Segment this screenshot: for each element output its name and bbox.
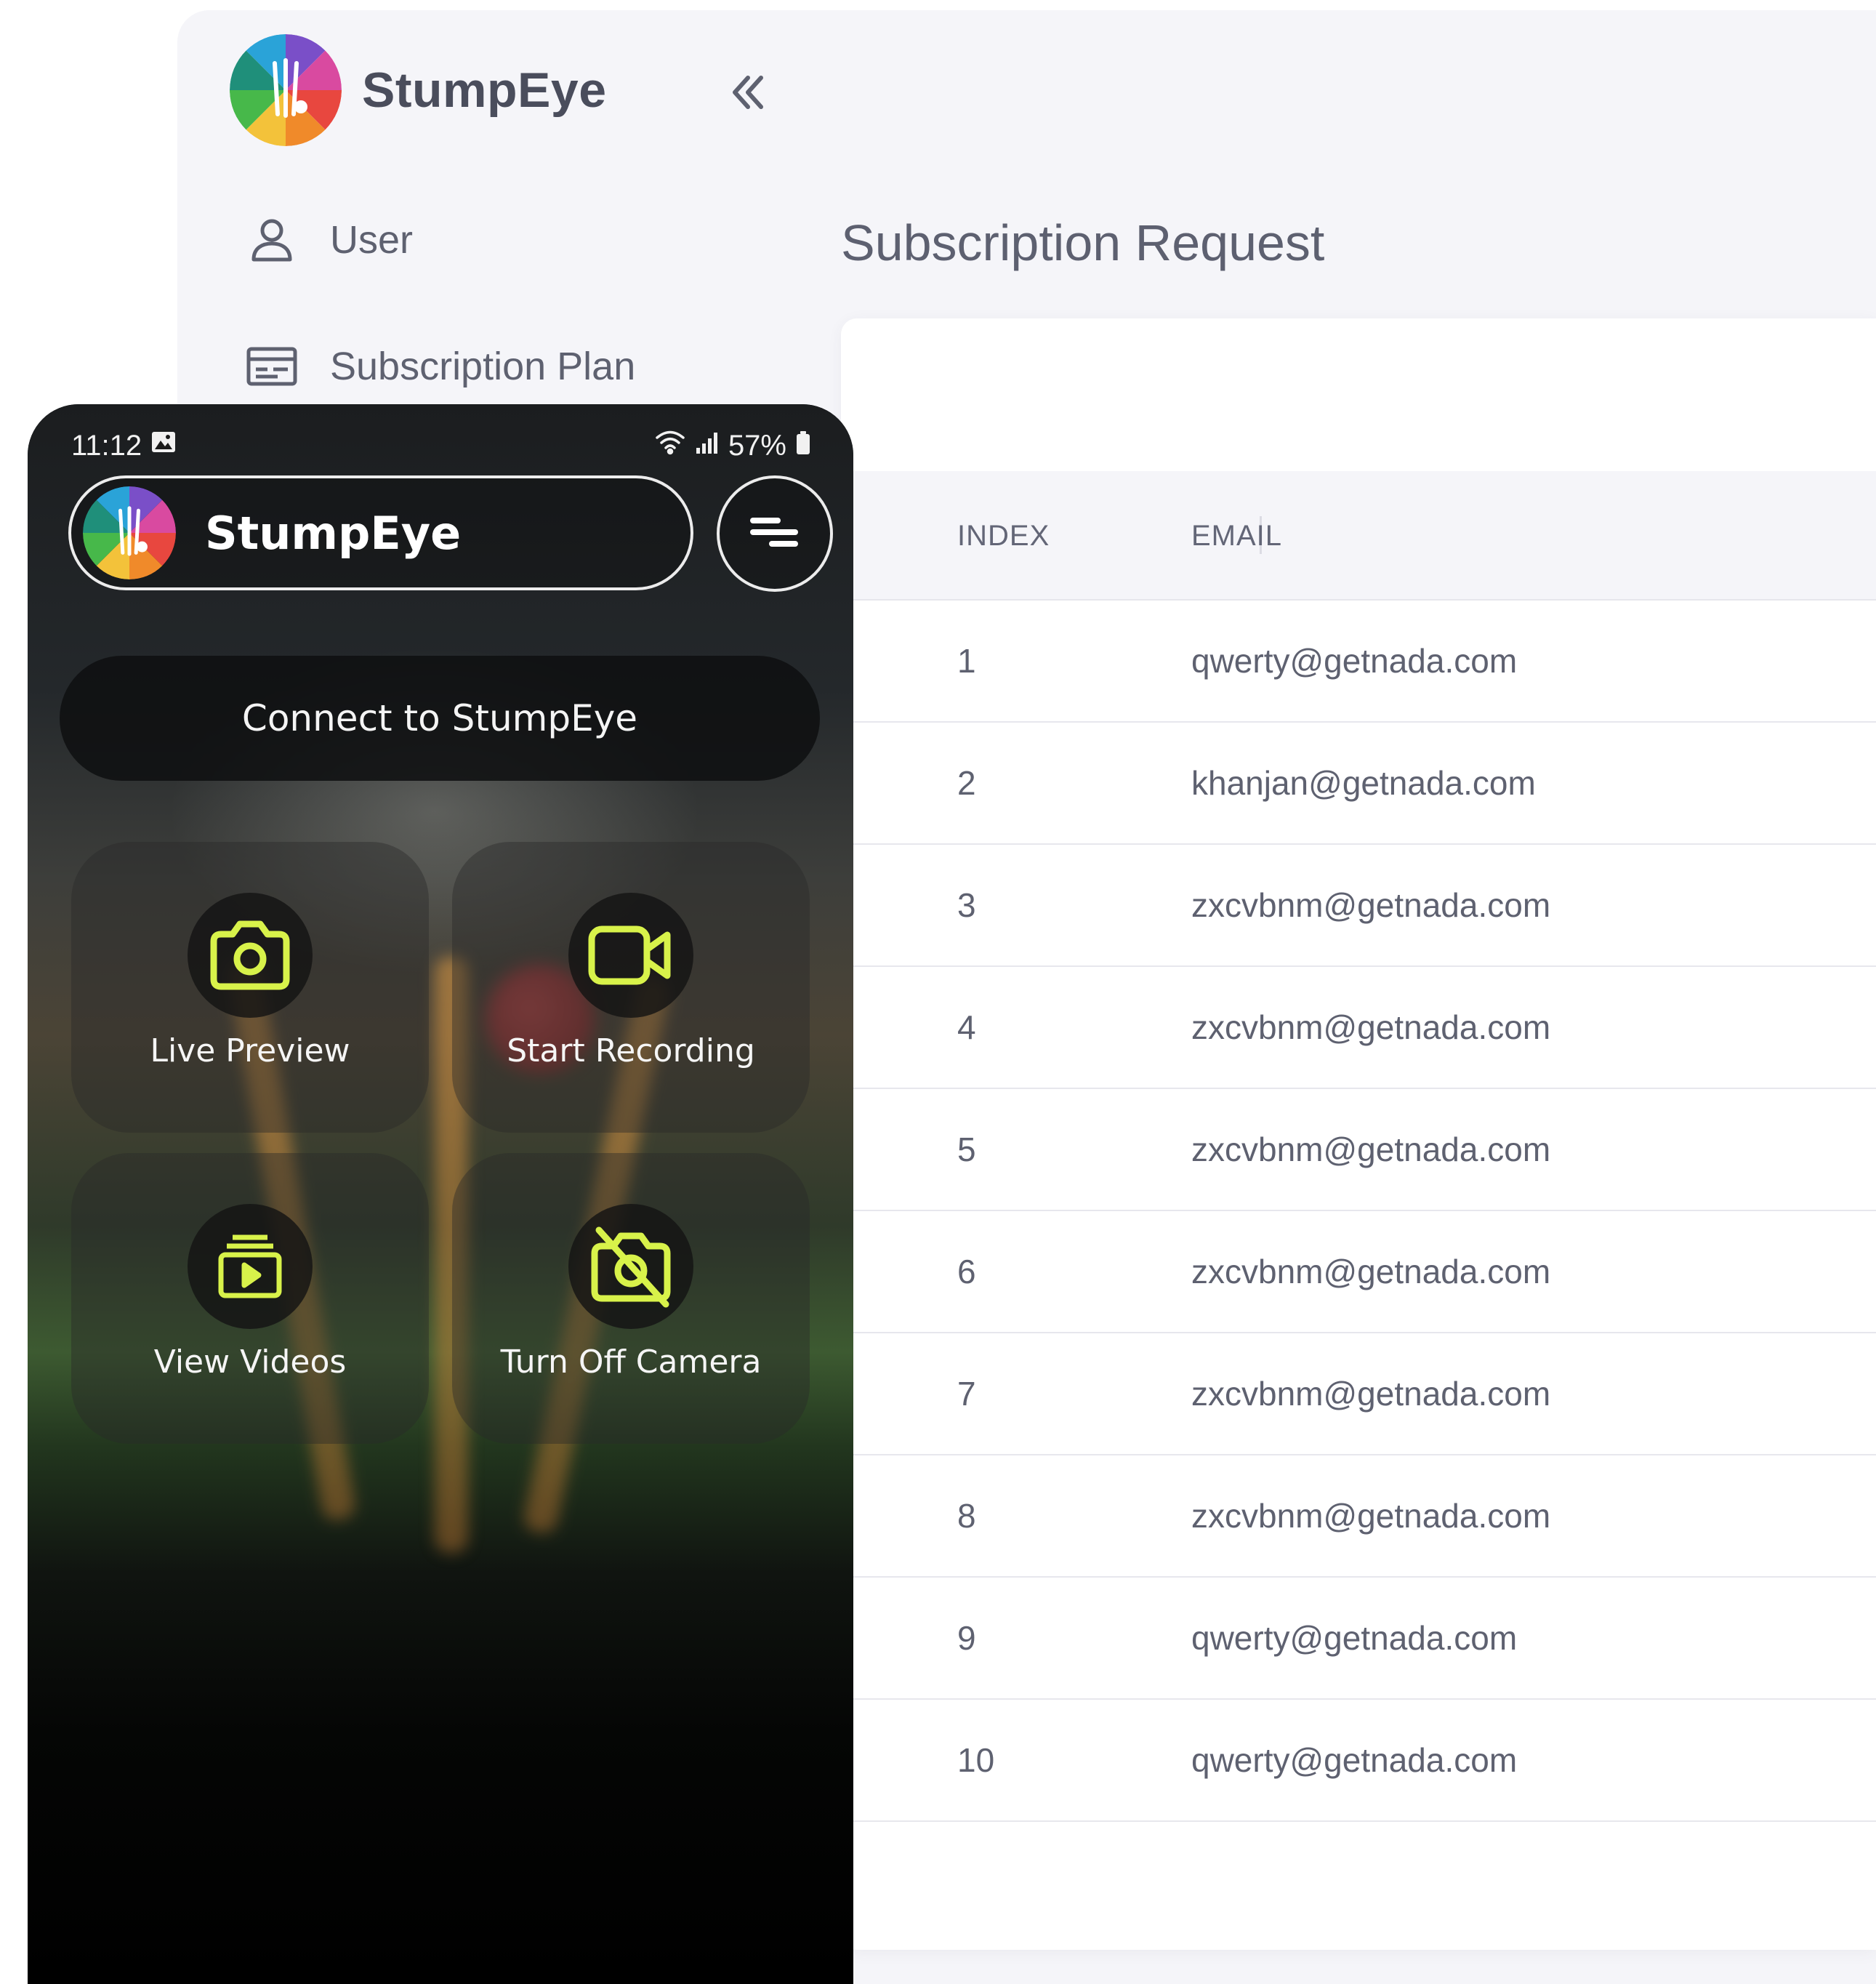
row-email: zxcvbnm@getnada.com xyxy=(1191,1253,1551,1290)
view-videos-tile[interactable]: View Videos xyxy=(71,1153,429,1444)
battery-icon xyxy=(795,430,811,462)
video-camera-icon xyxy=(568,893,693,1018)
table-row[interactable]: 3 zxcvbnm@getnada.com xyxy=(841,845,1876,967)
signal-icon xyxy=(695,430,720,462)
double-chevron-left-icon xyxy=(728,72,768,116)
table-body: 1 qwerty@getnada.com 2 khanjan@getnada.c… xyxy=(841,601,1876,1822)
live-preview-tile[interactable]: Live Preview xyxy=(71,842,429,1133)
tile-label: View Videos xyxy=(153,1344,347,1381)
row-index: 4 xyxy=(957,1008,976,1046)
row-index: 9 xyxy=(957,1619,976,1657)
battery-percent: 57% xyxy=(728,429,786,462)
row-index: 7 xyxy=(957,1375,976,1413)
table-row[interactable]: 1 qwerty@getnada.com xyxy=(841,601,1876,723)
admin-brand[interactable]: StumpEye xyxy=(230,32,607,148)
app-title: StumpEye xyxy=(205,506,462,560)
table-row[interactable]: 6 zxcvbnm@getnada.com xyxy=(841,1211,1876,1333)
table-row[interactable]: 7 zxcvbnm@getnada.com xyxy=(841,1333,1876,1455)
wifi-icon xyxy=(654,429,686,462)
row-email: zxcvbnm@getnada.com xyxy=(1191,1130,1551,1168)
status-bar: 11:12 57% xyxy=(71,419,811,473)
camera-icon xyxy=(188,893,313,1018)
row-index: 3 xyxy=(957,886,976,924)
page-title: Subscription Request xyxy=(841,214,1325,271)
row-email: zxcvbnm@getnada.com xyxy=(1191,1375,1551,1413)
table-header: INDEX EMAIL xyxy=(841,471,1876,601)
camera-off-icon xyxy=(568,1204,693,1329)
row-index: 10 xyxy=(957,1741,995,1779)
turn-off-camera-tile[interactable]: Turn Off Camera xyxy=(452,1153,810,1444)
tile-label: Turn Off Camera xyxy=(500,1344,762,1381)
table-row[interactable]: 8 zxcvbnm@getnada.com xyxy=(841,1455,1876,1578)
row-email: qwerty@getnada.com xyxy=(1191,642,1518,680)
start-recording-tile[interactable]: Start Recording xyxy=(452,842,810,1133)
connect-button[interactable]: Connect to StumpEye xyxy=(60,656,820,781)
collapse-sidebar-button[interactable] xyxy=(722,68,773,119)
row-email: zxcvbnm@getnada.com xyxy=(1191,886,1551,924)
sidebar-item-user[interactable]: User xyxy=(243,211,413,269)
table-row[interactable]: 4 zxcvbnm@getnada.com xyxy=(841,967,1876,1089)
row-email: qwerty@getnada.com xyxy=(1191,1741,1518,1779)
column-header-index[interactable]: INDEX xyxy=(957,471,1050,601)
image-notification-icon xyxy=(150,429,177,462)
brand-name: StumpEye xyxy=(362,63,607,118)
user-icon xyxy=(243,211,301,269)
tile-label: Start Recording xyxy=(507,1032,755,1069)
table-row[interactable]: 2 khanjan@getnada.com xyxy=(841,723,1876,845)
row-email: qwerty@getnada.com xyxy=(1191,1619,1518,1657)
subscription-request-card: INDEX EMAIL 1 qwerty@getnada.com 2 khanj… xyxy=(841,318,1876,1950)
sidebar-item-label: User xyxy=(330,218,414,262)
row-index: 2 xyxy=(957,764,976,802)
row-email: khanjan@getnada.com xyxy=(1191,764,1536,802)
menu-button[interactable] xyxy=(717,475,833,592)
status-time: 11:12 xyxy=(71,429,142,462)
sidebar-item-subscription-plan[interactable]: Subscription Plan xyxy=(243,337,635,395)
video-library-icon xyxy=(188,1204,313,1329)
row-index: 1 xyxy=(957,642,976,680)
row-email: zxcvbnm@getnada.com xyxy=(1191,1008,1551,1046)
stumpeye-logo xyxy=(230,34,342,146)
row-email: zxcvbnm@getnada.com xyxy=(1191,1497,1551,1535)
phone-screen: 11:12 57% StumpEye Connect to StumpEye L… xyxy=(28,404,853,1984)
menu-icon xyxy=(746,510,804,558)
stumpeye-logo xyxy=(83,486,176,579)
app-header: StumpEye xyxy=(68,475,693,590)
row-index: 8 xyxy=(957,1497,976,1535)
card-icon xyxy=(243,337,301,395)
table-row[interactable]: 9 qwerty@getnada.com xyxy=(841,1578,1876,1700)
tile-label: Live Preview xyxy=(150,1032,350,1069)
row-index: 5 xyxy=(957,1130,976,1168)
row-index: 6 xyxy=(957,1253,976,1290)
table-row[interactable]: 5 zxcvbnm@getnada.com xyxy=(841,1089,1876,1211)
column-header-email[interactable]: EMAIL xyxy=(1191,471,1282,601)
table-row[interactable]: 10 qwerty@getnada.com xyxy=(841,1700,1876,1822)
sidebar-item-label: Subscription Plan xyxy=(330,345,636,388)
